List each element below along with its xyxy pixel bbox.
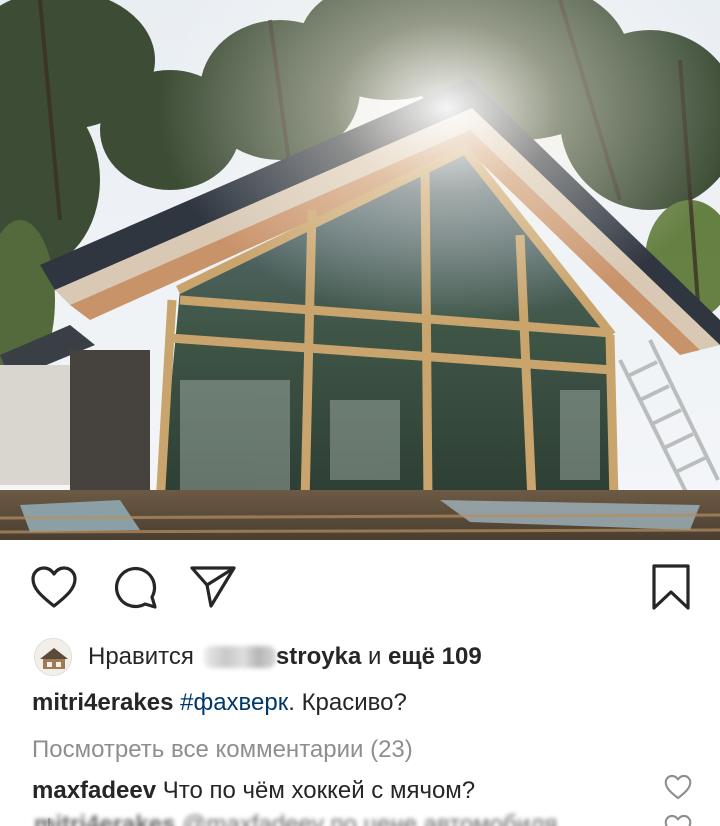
likes-and: и (367, 643, 382, 670)
comment-text: @maxfadeev по цене автомобиля (182, 811, 558, 826)
caption-username[interactable]: mitri4erakes (32, 689, 173, 716)
comment-item: maxfadeev Что по чём хоккей с мячом? (32, 774, 475, 808)
like-button[interactable] (29, 562, 79, 612)
comment-bubble-icon (114, 566, 157, 609)
comment-username[interactable]: mitri4erakes (34, 811, 175, 826)
caption-hashtag[interactable]: #фахверк (180, 689, 288, 716)
avatar[interactable] (34, 638, 72, 676)
post-caption: mitri4erakes #фахверк. Красиво? (32, 686, 407, 720)
comment-text: Что по чём хоккей с мячом? (162, 777, 476, 804)
save-button[interactable] (646, 562, 696, 612)
house-photo (0, 0, 720, 540)
bookmark-icon (652, 564, 690, 610)
comment-item: mitri4erakes @maxfadeev по цене автомоби… (34, 808, 557, 826)
post-photo[interactable] (0, 0, 720, 540)
view-all-comments-link[interactable]: Посмотреть все комментарии (23) (32, 733, 413, 767)
liked-by-username[interactable]: stroyka (276, 643, 361, 671)
comment-like-button[interactable] (664, 814, 692, 826)
heart-outline-icon (664, 774, 692, 800)
share-button[interactable] (188, 562, 238, 612)
likes-summary[interactable]: Нравится stroyka и ещё 109 (34, 637, 482, 677)
likes-others-count[interactable]: ещё 109 (388, 643, 482, 671)
heart-outline-icon (664, 814, 692, 826)
post-action-bar (0, 540, 720, 635)
comment-button[interactable] (110, 562, 160, 612)
likes-prefix: Нравится (88, 643, 194, 670)
blurred-username (203, 646, 276, 668)
caption-text: . Красиво? (288, 689, 407, 716)
paper-plane-icon (190, 566, 236, 608)
comment-like-button[interactable] (664, 774, 692, 802)
house-avatar-icon (35, 639, 71, 675)
heart-outline-icon (31, 566, 77, 608)
comment-username[interactable]: maxfadeev (32, 777, 156, 804)
